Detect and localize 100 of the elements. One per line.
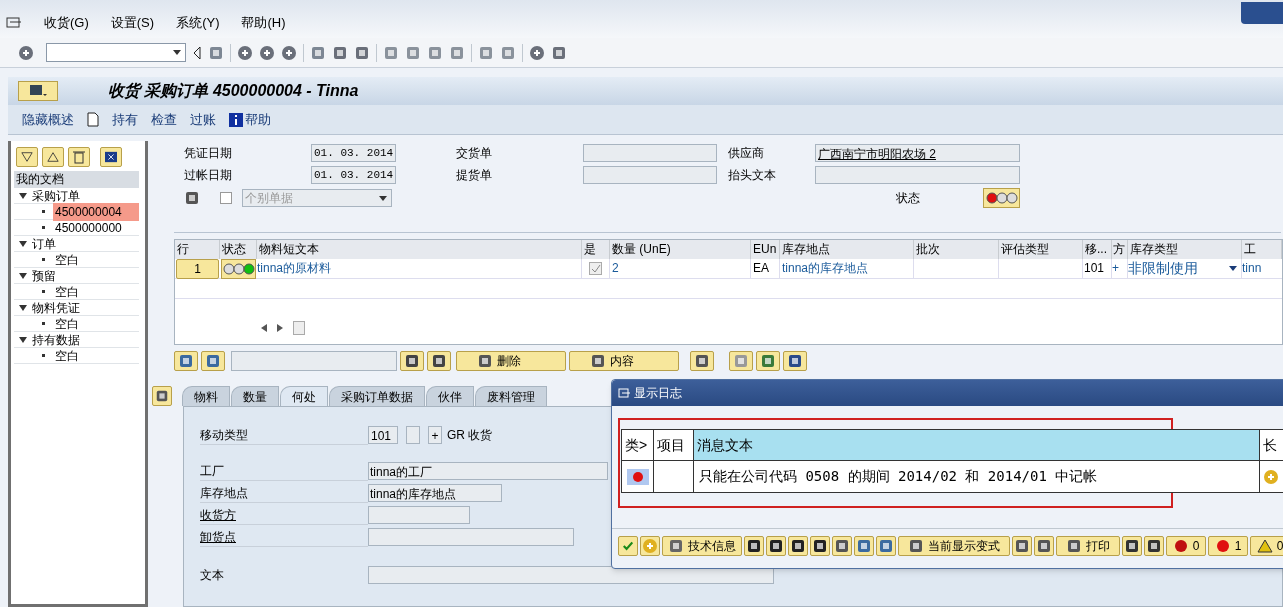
column-header[interactable]: 方 — [1112, 240, 1128, 259]
menu-item[interactable]: 帮助(H) — [241, 13, 286, 33]
help-button[interactable]: 帮助 — [229, 109, 271, 130]
table-cell-text: tinn — [1242, 260, 1263, 277]
input-field[interactable] — [406, 426, 420, 444]
layout-button[interactable]: 当前显示变式 — [898, 536, 1010, 556]
column-header[interactable]: 库存地点 — [780, 240, 914, 259]
tree-node[interactable]: 订单 — [32, 234, 56, 253]
menu-item[interactable]: 设置(S) — [110, 13, 155, 33]
expand-icon[interactable] — [19, 304, 27, 311]
input-field[interactable]: tinna的库存地点 — [368, 484, 502, 502]
close-button[interactable] — [100, 147, 122, 167]
dropdown-icon[interactable] — [173, 50, 181, 55]
tab[interactable]: 废料管理 — [475, 386, 547, 406]
movement-text: GR 收货 — [447, 427, 493, 444]
expand-icon[interactable] — [19, 272, 27, 279]
tree-node[interactable]: 持有数据 — [32, 330, 80, 349]
tab[interactable]: 采购订单数据 — [329, 386, 425, 406]
input-field[interactable] — [815, 166, 1020, 184]
field-label: 收货方 — [200, 505, 368, 525]
row-button[interactable]: 1 — [176, 259, 219, 279]
tree-leaf[interactable]: 4500000000 — [53, 218, 139, 237]
toolbar-button[interactable]: 过账 — [190, 109, 216, 130]
column-header[interactable]: 类> — [622, 430, 654, 460]
count-button[interactable]: 0 — [1166, 536, 1206, 556]
date-field[interactable]: 01. 03. 2014 — [311, 144, 396, 162]
field-label: 提货单 — [456, 167, 493, 184]
input-field[interactable]: tinna的工厂 — [368, 462, 608, 480]
message-text: 只能在公司代码 0508 的期间 2014/02 和 2014/01 中记帐 — [694, 461, 1260, 492]
tab[interactable]: 何处 — [280, 386, 328, 406]
column-header[interactable]: 物料短文本 — [257, 240, 582, 259]
stock-type-dropdown[interactable]: 非限制使用 — [1128, 259, 1242, 278]
table-cell: 101 — [1083, 259, 1112, 278]
date-field[interactable]: 01. 03. 2014 — [311, 166, 396, 184]
print-button[interactable]: 打印 — [1056, 536, 1120, 556]
input-field[interactable] — [368, 528, 574, 546]
print-checkbox[interactable] — [220, 192, 232, 204]
tree-node[interactable]: 采购订单 — [32, 186, 80, 205]
dialog-icon — [618, 387, 630, 399]
count-button[interactable]: 0 — [1250, 536, 1283, 556]
column-header[interactable]: EUn — [751, 240, 780, 259]
expand-icon[interactable] — [19, 336, 27, 343]
input-field[interactable]: 广西南宁市明阳农场 2 — [815, 144, 1020, 162]
tab[interactable]: 物料 — [182, 386, 230, 406]
tree-leaf[interactable]: 4500000004 — [53, 202, 139, 221]
expand-icon[interactable] — [19, 240, 27, 247]
toolbar-button[interactable]: 隐藏概述 — [22, 109, 74, 130]
menu-icon[interactable] — [6, 16, 22, 30]
column-header[interactable]: 长 — [1260, 430, 1283, 460]
expand-icon[interactable] — [19, 192, 27, 199]
tree-node[interactable]: 物料凭证 — [32, 298, 80, 317]
tree-leaf[interactable]: 空白 — [53, 282, 139, 301]
collapse-icon[interactable] — [192, 45, 202, 60]
tree-leaf[interactable]: 空白 — [53, 314, 139, 333]
column-header[interactable]: 评估类型 — [999, 240, 1083, 259]
input-field[interactable] — [583, 144, 717, 162]
tree-leaf[interactable]: 空白 — [53, 346, 139, 365]
new-document-icon[interactable] — [87, 112, 99, 127]
toolbar-button[interactable]: 检查 — [151, 109, 177, 130]
count-button[interactable]: 1 — [1208, 536, 1248, 556]
column-header[interactable]: 移... — [1083, 240, 1112, 259]
sign-field[interactable]: + — [428, 426, 442, 444]
column-header[interactable]: 工 — [1242, 240, 1282, 259]
expand-button[interactable] — [16, 147, 38, 167]
column-header[interactable]: 数量 (UnE) — [610, 240, 751, 259]
column-header[interactable]: 批次 — [914, 240, 999, 259]
content-button[interactable]: 内容 — [569, 351, 679, 371]
field-label: 交货单 — [456, 145, 493, 162]
tree-leaf[interactable]: 空白 — [53, 250, 139, 269]
toolbar-button[interactable]: 持有 — [112, 109, 138, 130]
scroll-right-icon[interactable] — [277, 324, 283, 332]
delete-button[interactable]: 删除 — [456, 351, 566, 371]
text-field[interactable] — [368, 566, 774, 584]
services-button[interactable] — [18, 81, 58, 101]
confirm-button[interactable] — [618, 536, 638, 556]
delete-button[interactable] — [68, 147, 90, 167]
checkmark-icon — [623, 540, 633, 552]
technical-info-button[interactable]: 技术信息 — [662, 536, 742, 556]
collapse-button[interactable] — [42, 147, 64, 167]
scroll-left-icon[interactable] — [261, 324, 267, 332]
dropdown-icon[interactable] — [1229, 266, 1237, 271]
input-field[interactable] — [231, 351, 397, 371]
checkbox[interactable] — [589, 262, 602, 275]
dropdown-icon[interactable] — [379, 195, 387, 201]
field-label: 移动类型 — [200, 425, 368, 445]
menu-item[interactable]: 系统(Y) — [176, 13, 220, 33]
movement-type-field[interactable]: 101 — [368, 426, 398, 444]
menu-item[interactable]: 收货(G) — [44, 13, 89, 33]
tree-node[interactable]: 预留 — [32, 266, 56, 285]
scroll-thumb[interactable] — [293, 321, 305, 335]
input-field[interactable] — [368, 506, 470, 524]
tab[interactable]: 伙伴 — [426, 386, 474, 406]
table-cell: + — [1112, 259, 1128, 278]
tab[interactable]: 数量 — [231, 386, 279, 406]
input-field[interactable] — [583, 166, 717, 184]
column-header[interactable]: 库存类型 — [1128, 240, 1242, 259]
command-field[interactable] — [46, 43, 186, 62]
column-header[interactable]: 是 — [582, 240, 610, 259]
field-label: 抬头文本 — [728, 167, 777, 184]
column-header[interactable]: 消息文本 — [694, 430, 1260, 460]
